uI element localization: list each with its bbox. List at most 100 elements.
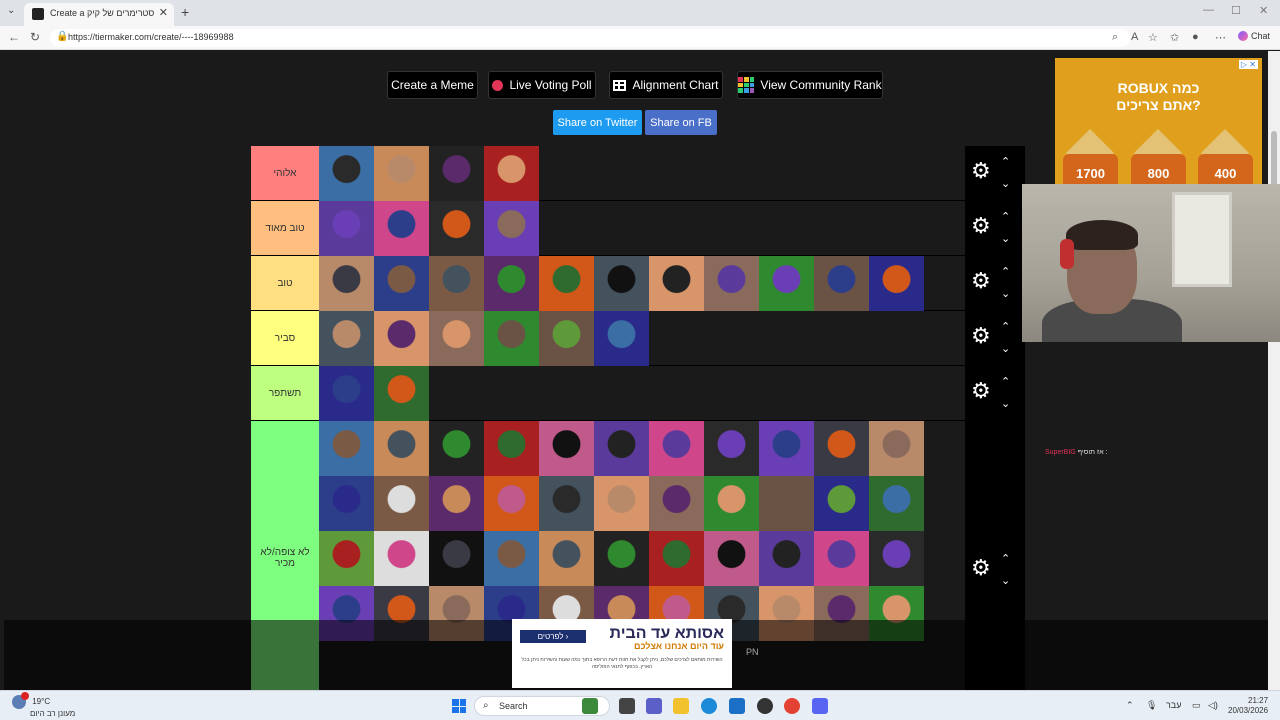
microphone-icon[interactable]: 🎙 (1146, 700, 1157, 711)
streamer-tile[interactable] (374, 311, 429, 366)
streamer-tile[interactable] (759, 531, 814, 586)
refresh-icon[interactable]: ↻ (30, 30, 40, 44)
share-twitter-button[interactable]: Share on Twitter (553, 110, 642, 135)
teams-icon[interactable] (646, 698, 662, 714)
minimize-icon[interactable]: — (1203, 4, 1214, 16)
move-tier-up-icon[interactable]: ⌃ (1001, 317, 1010, 337)
move-tier-up-icon[interactable]: ⌃ (1001, 262, 1010, 282)
maximize-icon[interactable]: ☐ (1231, 4, 1241, 17)
streamer-tile[interactable] (484, 531, 539, 586)
streamer-tile[interactable] (594, 256, 649, 311)
create-meme-button[interactable]: Create a Meme (387, 71, 478, 99)
streamer-tile[interactable] (429, 146, 484, 201)
streamer-tile[interactable] (539, 311, 594, 366)
move-tier-down-icon[interactable]: ⌄ (1001, 571, 1010, 591)
streamer-tile[interactable] (649, 531, 704, 586)
streamer-tile[interactable] (869, 421, 924, 476)
streamer-tile[interactable] (374, 146, 429, 201)
streamer-tile[interactable] (704, 476, 759, 531)
streamer-tile[interactable] (374, 531, 429, 586)
streamer-tile[interactable] (704, 531, 759, 586)
streamer-tile[interactable] (869, 531, 924, 586)
streamer-tile[interactable] (869, 476, 924, 531)
copilot-chat-button[interactable]: Chat (1238, 31, 1270, 41)
move-tier-up-icon[interactable]: ⌃ (1001, 372, 1010, 392)
adchoices-icon[interactable]: ▷ ✕ (1238, 60, 1258, 69)
streamer-tile[interactable] (429, 256, 484, 311)
streamer-tile[interactable] (649, 421, 704, 476)
task-view-icon[interactable] (619, 698, 635, 714)
streamer-tile[interactable] (484, 146, 539, 201)
move-tier-up-icon[interactable]: ⌃ (1001, 549, 1010, 569)
streamer-tile[interactable] (429, 476, 484, 531)
close-tab-icon[interactable]: ✕ (159, 6, 168, 19)
file-explorer-icon[interactable] (673, 698, 689, 714)
tier-label[interactable]: טוב (251, 256, 319, 310)
browser-tab-active[interactable]: Create a דירוג סטרימרים של קיק Tier ✕ (24, 3, 174, 26)
streamer-tile[interactable] (374, 421, 429, 476)
streamer-tile[interactable] (319, 201, 374, 256)
streamer-tile[interactable] (594, 531, 649, 586)
streamer-tile[interactable] (484, 256, 539, 311)
assuta-ad-details-button[interactable]: לפרטים › (520, 630, 586, 643)
streamer-tile[interactable] (374, 256, 429, 311)
streamer-tile[interactable] (759, 476, 814, 531)
taskbar-clock[interactable]: 21:27 20/03/2026 (1228, 696, 1268, 716)
streamer-tile[interactable] (484, 476, 539, 531)
assuta-ad[interactable]: אסותא עד הבית עוד היום אנחנו אצלכם לפרטי… (512, 619, 732, 688)
chrome-icon[interactable] (784, 698, 800, 714)
streamer-tile[interactable] (649, 256, 704, 311)
share-fb-button[interactable]: Share on FB (645, 110, 717, 135)
favorite-star-icon[interactable]: ☆ (1148, 31, 1158, 44)
live-voting-button[interactable]: Live Voting Poll (488, 71, 596, 99)
streamer-tile[interactable] (539, 256, 594, 311)
tier-settings-gear-icon[interactable]: ⚙ (971, 555, 991, 581)
streamer-tile[interactable] (484, 421, 539, 476)
streamer-tile[interactable] (704, 421, 759, 476)
streamer-tile[interactable] (539, 531, 594, 586)
read-aloud-icon[interactable]: A (1131, 31, 1138, 43)
profile-icon[interactable]: ● (1192, 31, 1199, 43)
streamer-tile[interactable] (429, 201, 484, 256)
tier-label[interactable]: אלוהי (251, 146, 319, 200)
move-tier-down-icon[interactable]: ⌄ (1001, 284, 1010, 304)
streamer-tile[interactable] (594, 476, 649, 531)
streamer-tile[interactable] (869, 256, 924, 311)
language-indicator[interactable]: עבר (1166, 700, 1181, 710)
move-tier-down-icon[interactable]: ⌄ (1001, 394, 1010, 414)
streamer-tile[interactable] (594, 311, 649, 366)
move-tier-down-icon[interactable]: ⌄ (1001, 229, 1010, 249)
move-tier-down-icon[interactable]: ⌄ (1001, 174, 1010, 194)
streamer-tile[interactable] (759, 256, 814, 311)
robux-ad[interactable]: ▷ ✕ ROBUX כמה אתם צריכים? 1700 800 400 (1055, 58, 1262, 184)
streamer-tile[interactable] (319, 146, 374, 201)
streamer-tile[interactable] (374, 201, 429, 256)
tier-settings-gear-icon[interactable]: ⚙ (971, 213, 991, 239)
page-scrollbar[interactable] (1268, 51, 1280, 690)
back-icon[interactable]: ← (8, 30, 20, 44)
move-tier-up-icon[interactable]: ⌃ (1001, 207, 1010, 227)
url-field[interactable]: 🔒 https://tiermaker.com/create/----18969… (50, 29, 1130, 47)
streamer-tile[interactable] (814, 421, 869, 476)
tray-chevron-icon[interactable]: ⌃ (1126, 700, 1134, 711)
community-rank-button[interactable]: View Community Rank (737, 71, 883, 99)
favorites-icon[interactable]: ✩ (1170, 31, 1179, 44)
streamer-tile[interactable] (704, 256, 759, 311)
streamer-tile[interactable] (814, 256, 869, 311)
streamer-tile[interactable] (429, 311, 484, 366)
streamer-tile[interactable] (539, 421, 594, 476)
alignment-chart-button[interactable]: Alignment Chart (609, 71, 723, 99)
streamer-tile[interactable] (319, 476, 374, 531)
streamer-tile[interactable] (319, 421, 374, 476)
close-window-icon[interactable]: ✕ (1259, 4, 1268, 17)
tier-label[interactable]: סביר (251, 311, 319, 365)
network-icon[interactable]: ▭ (1192, 700, 1201, 711)
tier-label[interactable]: טוב מאוד (251, 201, 319, 255)
tab-actions-icon[interactable]: ⌄ (7, 5, 15, 16)
streamer-tile[interactable] (319, 531, 374, 586)
volume-icon[interactable]: ◁) (1208, 700, 1218, 711)
streamer-tile[interactable] (649, 476, 704, 531)
streamer-tile[interactable] (539, 476, 594, 531)
streamer-tile[interactable] (429, 421, 484, 476)
game-app-icon[interactable] (582, 698, 598, 714)
